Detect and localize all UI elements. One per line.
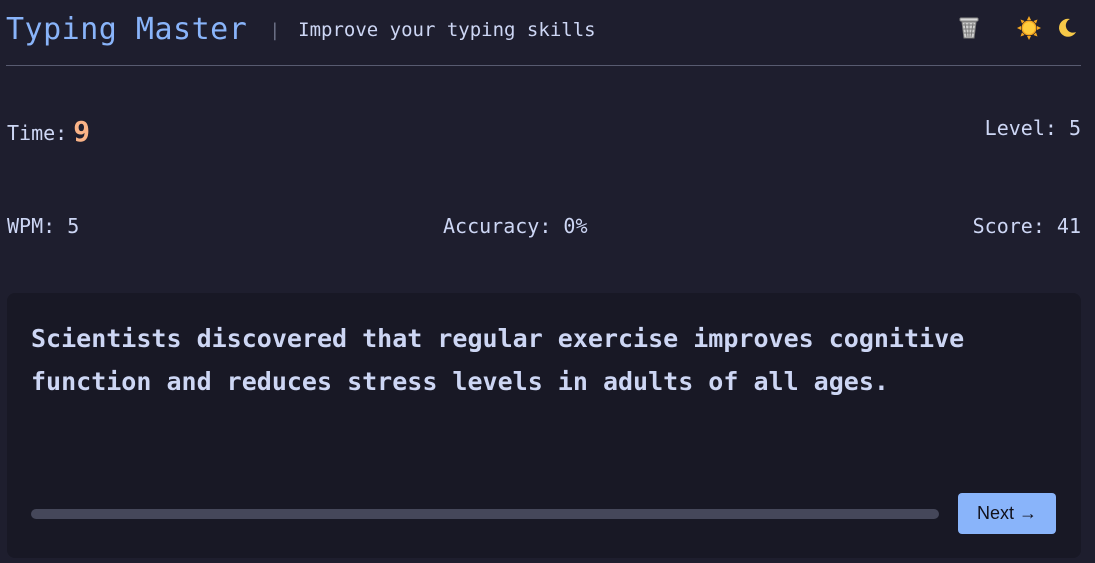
wpm-label: WPM: bbox=[7, 214, 56, 238]
time-stat: Time: 9 bbox=[7, 114, 91, 148]
theme-toggle bbox=[1015, 14, 1081, 42]
progress-bar bbox=[31, 509, 939, 519]
trash-icon[interactable] bbox=[955, 14, 983, 42]
app-header: Typing Master | Improve your typing skil… bbox=[6, 0, 1081, 66]
accuracy-label: Accuracy: bbox=[443, 214, 552, 238]
sun-icon[interactable] bbox=[1015, 14, 1043, 42]
accuracy-value: 0% bbox=[563, 214, 588, 238]
typing-card: Scientists discovered that regular exerc… bbox=[7, 293, 1081, 558]
level-value: 5 bbox=[1068, 116, 1081, 140]
level-stat: Level: 5 bbox=[985, 116, 1081, 140]
app-subtitle: Improve your typing skills bbox=[298, 18, 596, 41]
score-label: Score: bbox=[972, 214, 1045, 238]
prompt-text: Scientists discovered that regular exerc… bbox=[31, 324, 965, 396]
typing-app: Typing Master | Improve your typing skil… bbox=[0, 0, 1095, 563]
score-value: 41 bbox=[1056, 214, 1081, 238]
time-label: Time: bbox=[7, 121, 68, 145]
score-stat: Score: 41 bbox=[973, 214, 1081, 238]
wpm-value: 5 bbox=[67, 214, 80, 238]
app-title: Typing Master bbox=[6, 12, 248, 47]
moon-icon[interactable] bbox=[1053, 14, 1081, 42]
accuracy-stat: Accuracy: 0% bbox=[443, 214, 588, 238]
header-actions bbox=[955, 14, 1081, 42]
time-value: 9 bbox=[73, 115, 91, 148]
level-label: Level: bbox=[984, 116, 1057, 140]
title-separator: | bbox=[269, 20, 281, 41]
wpm-stat: WPM: 5 bbox=[7, 214, 79, 238]
next-button[interactable]: Next → bbox=[958, 493, 1056, 534]
